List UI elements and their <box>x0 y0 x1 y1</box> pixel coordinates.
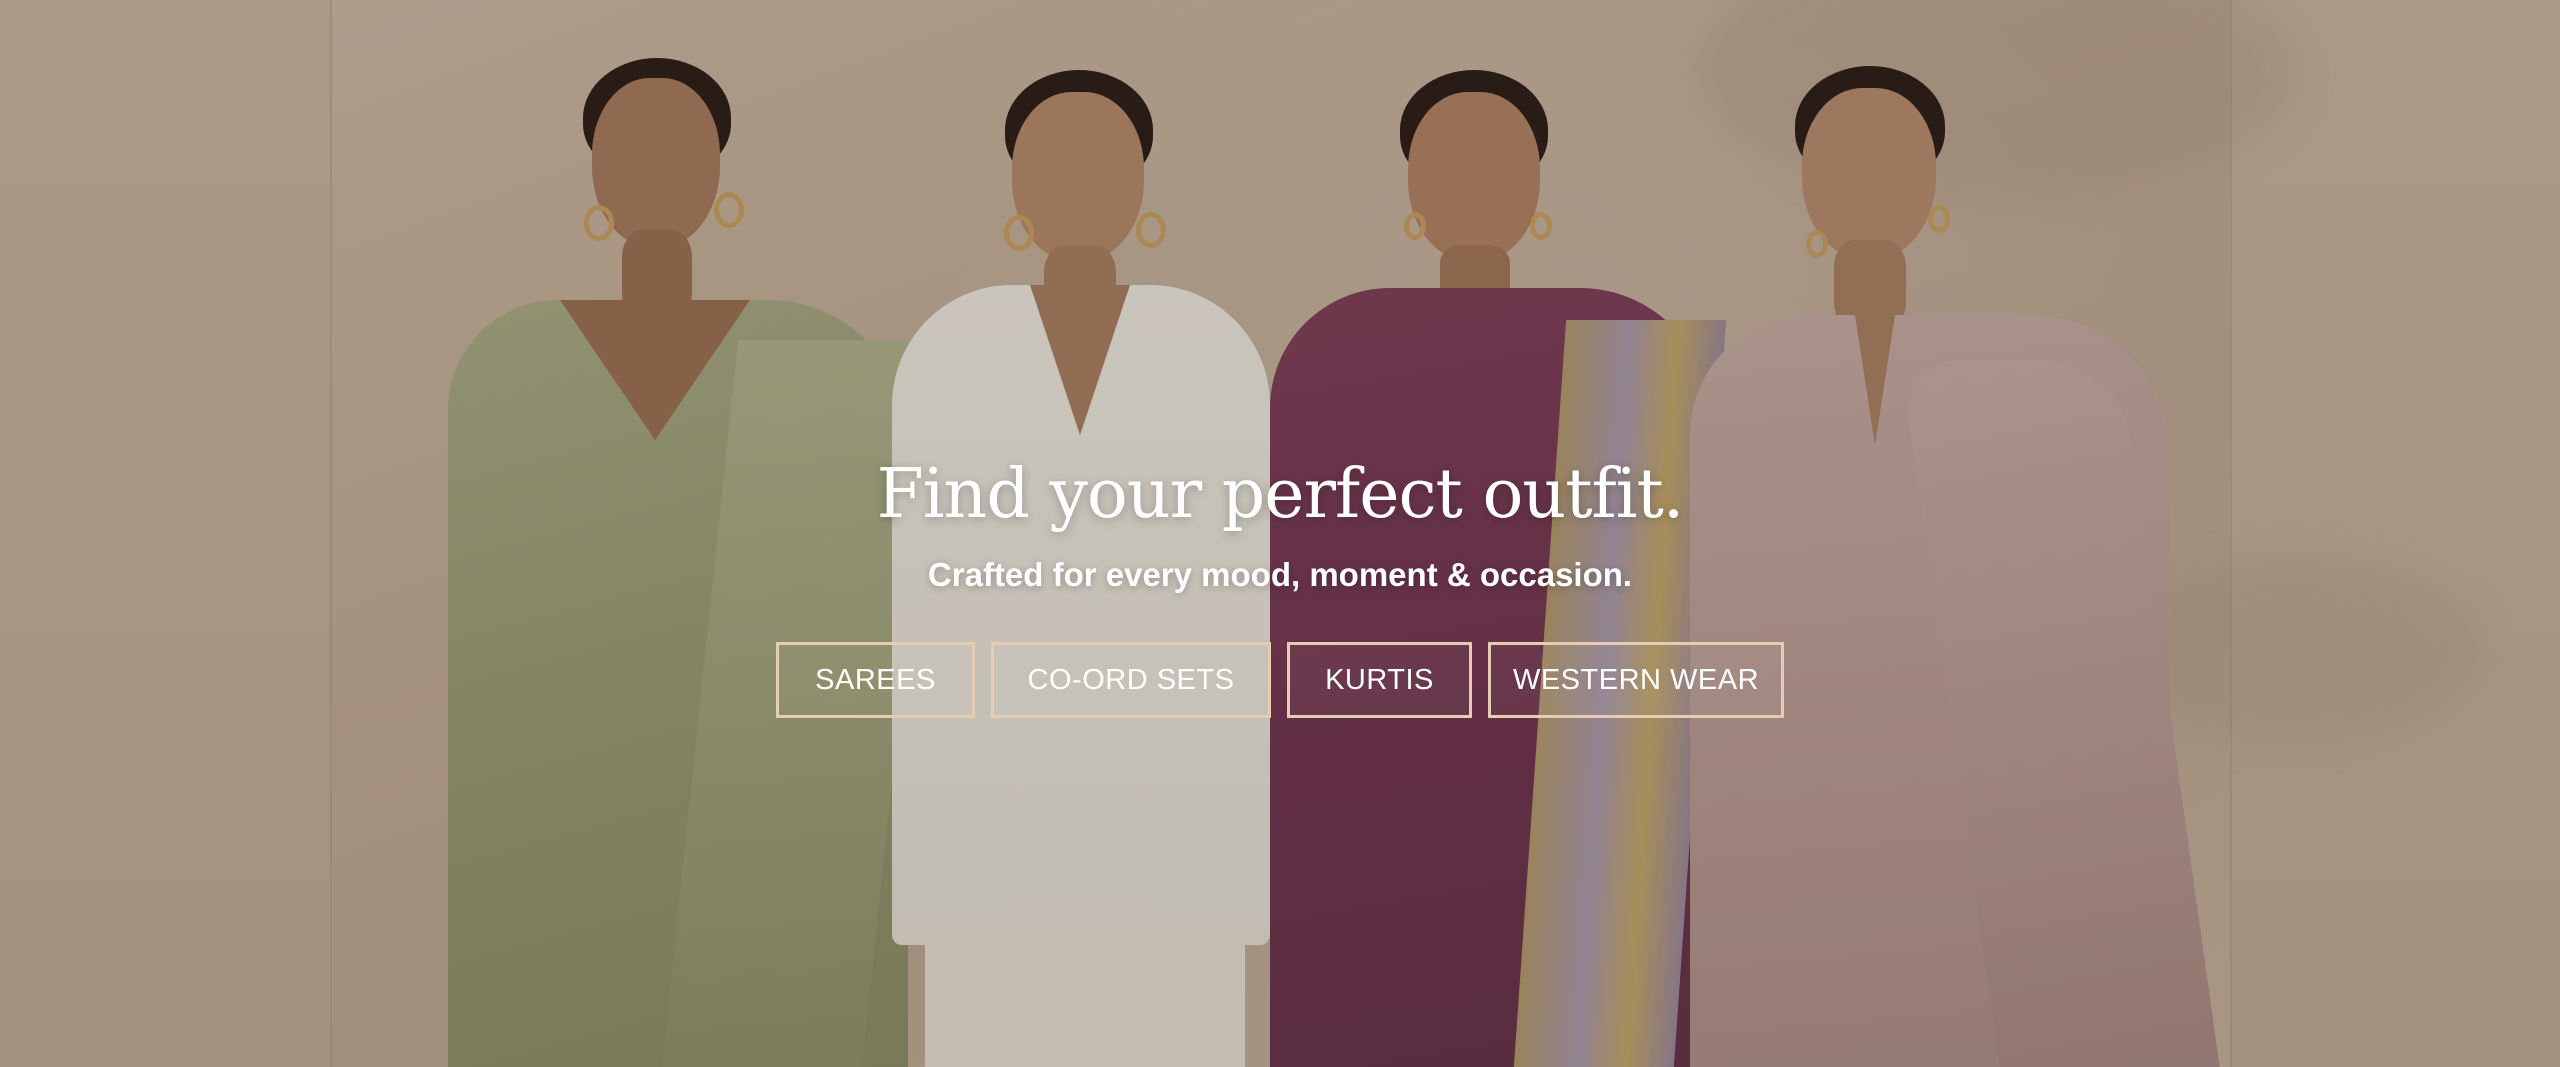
category-buttons: SAREES CO-ORD SETS KURTIS WESTERN WEAR <box>0 642 2560 718</box>
hero-content: Find your perfect outfit. Crafted for ev… <box>0 455 2560 718</box>
category-button-western-wear[interactable]: WESTERN WEAR <box>1488 642 1784 718</box>
hero-headline: Find your perfect outfit. <box>876 455 1685 534</box>
category-button-sarees[interactable]: SAREES <box>776 642 975 718</box>
hero-subline: Crafted for every mood, moment & occasio… <box>927 556 1633 593</box>
hero-banner: Find your perfect outfit. Crafted for ev… <box>0 0 2560 1067</box>
category-button-co-ord-sets[interactable]: CO-ORD SETS <box>991 642 1271 718</box>
category-button-kurtis[interactable]: KURTIS <box>1287 642 1472 718</box>
